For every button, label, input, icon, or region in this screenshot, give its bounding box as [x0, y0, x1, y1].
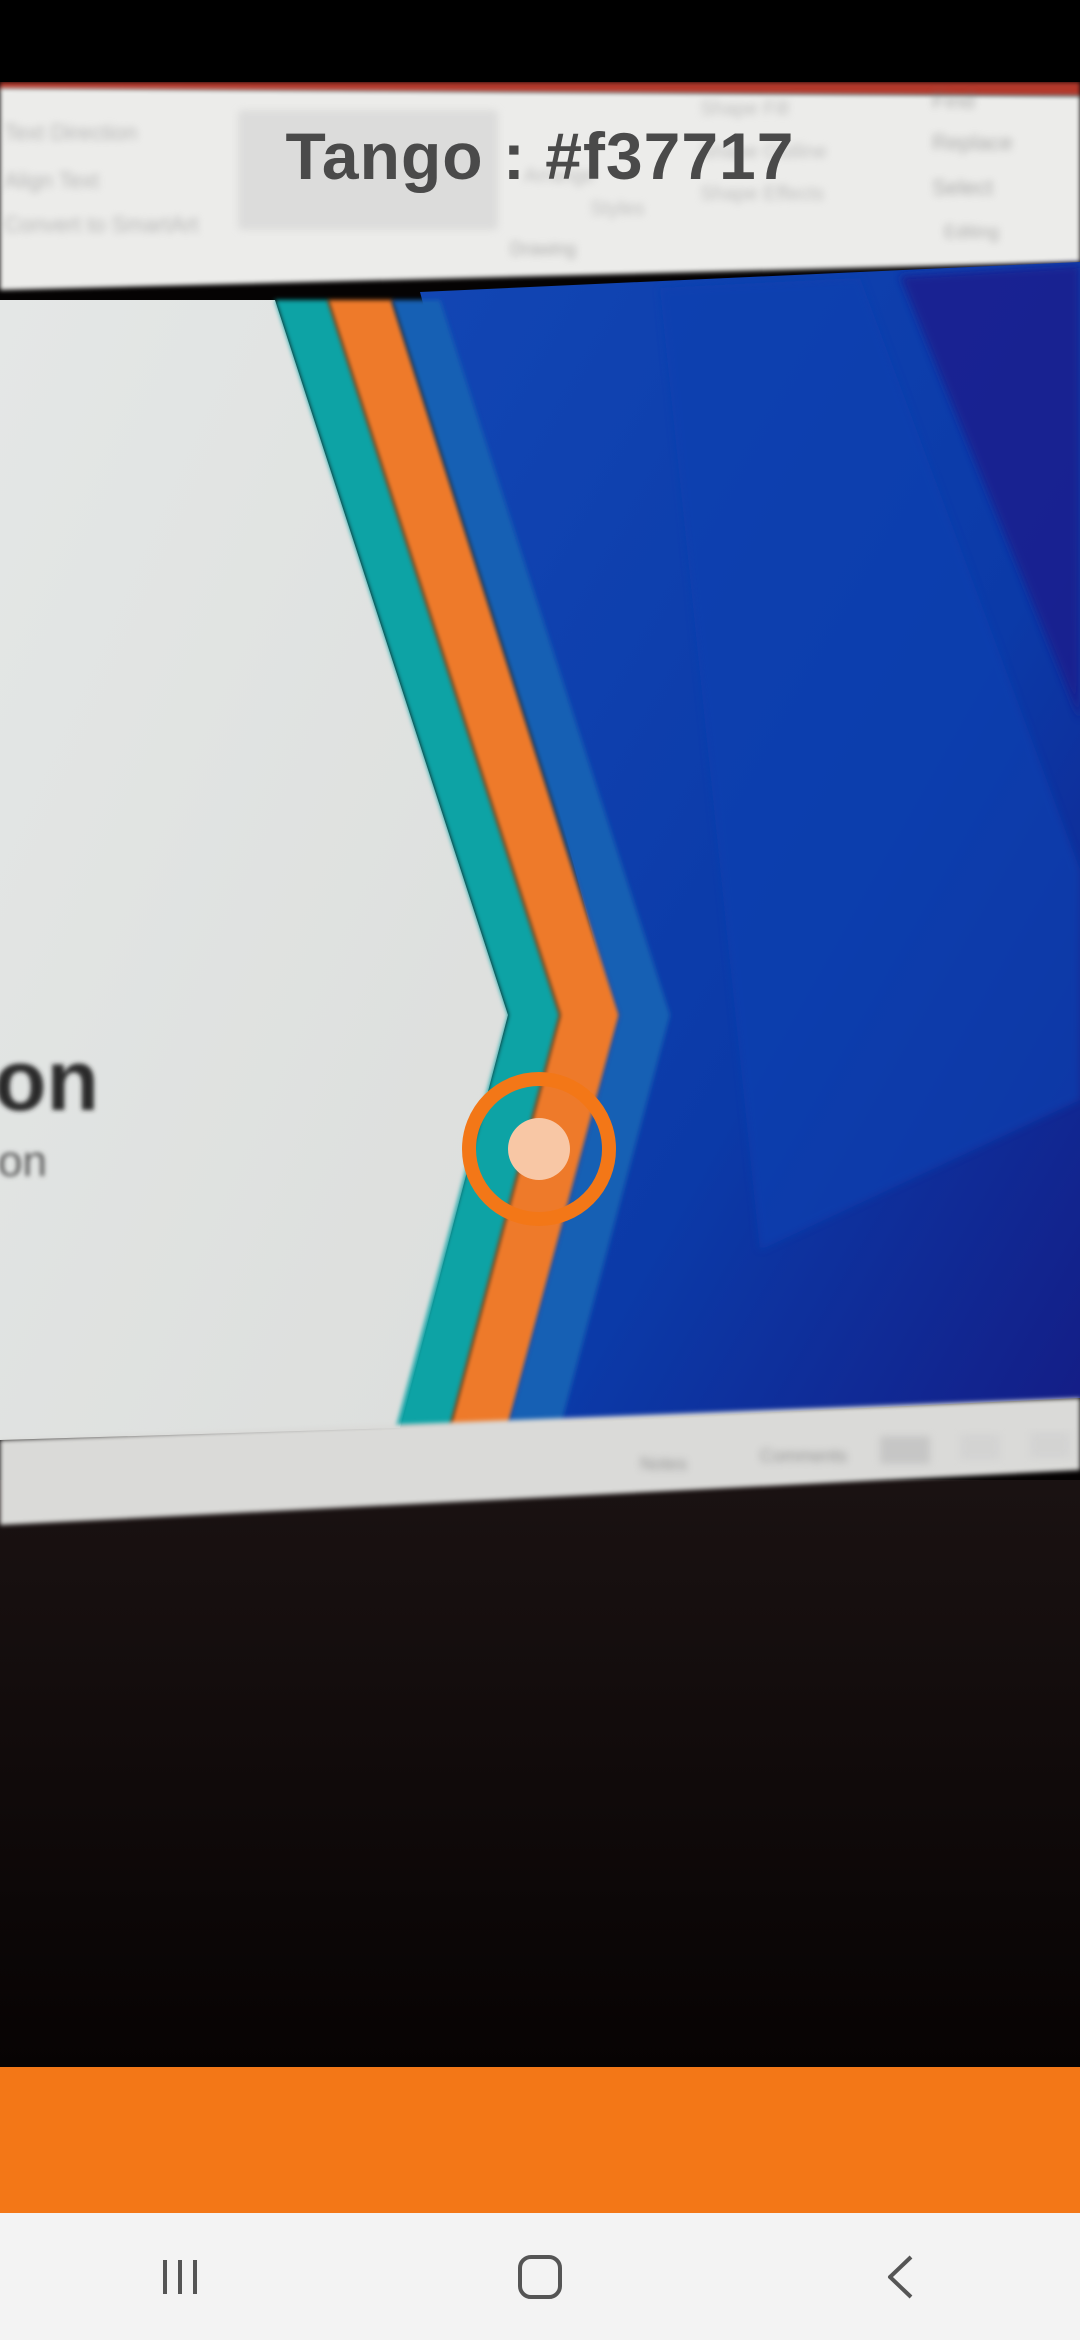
dark-desk-area: [0, 1480, 1080, 2067]
status-notes: Notes: [640, 1454, 687, 1474]
system-navigation-bar: [0, 2213, 1080, 2340]
back-button[interactable]: [840, 2227, 960, 2327]
recents-icon: [163, 2259, 197, 2294]
ribbon-find: Find: [932, 88, 975, 113]
detected-color-swatch: [0, 2067, 1080, 2213]
ribbon-styles: Styles: [590, 198, 644, 220]
slide-title-fragment: on: [0, 1033, 99, 1129]
back-icon: [888, 2255, 913, 2298]
color-separator: :: [483, 119, 546, 193]
ribbon-shape-fill: Shape Fill: [700, 98, 789, 120]
status-comments: Comments: [760, 1446, 847, 1466]
color-name: Tango: [285, 119, 484, 193]
ribbon-drawing: Drawing: [510, 239, 576, 259]
status-bar: [0, 0, 1080, 82]
color-hex: #f37717: [545, 119, 795, 193]
sampled-color-dot: [508, 1118, 570, 1180]
ribbon-editing: Editing: [944, 222, 999, 242]
home-button[interactable]: [480, 2227, 600, 2327]
slide-subtitle-fragment: on: [0, 1137, 47, 1186]
home-icon: [518, 2254, 562, 2299]
recents-button[interactable]: [120, 2227, 240, 2327]
camera-preview[interactable]: Text Direction Align Text Convert to Sma…: [0, 0, 1080, 2067]
color-readout: Tango : #f37717: [0, 118, 1080, 194]
camera-scene: Text Direction Align Text Convert to Sma…: [0, 82, 1080, 2067]
ribbon-convert-smartart: Convert to SmartArt: [4, 212, 198, 237]
